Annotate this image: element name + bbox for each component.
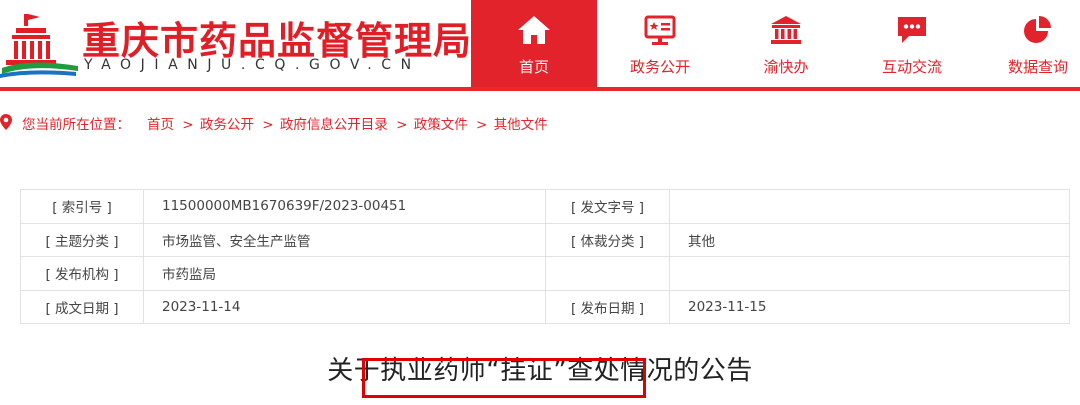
publisher-label: [ 发布机构 ] xyxy=(20,256,144,291)
chat-bubble-icon xyxy=(898,17,926,43)
published-date-value: 2023-11-15 xyxy=(669,289,1070,324)
topic-label: [ 主题分类 ] xyxy=(20,222,144,257)
genre-value: 其他 xyxy=(669,222,1070,257)
doc-number-value xyxy=(669,189,1070,224)
nav-item-yukuaiban[interactable]: 渝快办 xyxy=(723,0,849,87)
site-header: 重庆市药品监督管理局 YAOJIANJU.CQ.GOV.CN 首页 政务公开 渝… xyxy=(0,0,1080,87)
published-date-label: [ 发布日期 ] xyxy=(545,289,670,324)
table-row: [ 索引号 ] 11500000MB1670639F/2023-00451 [ … xyxy=(20,189,1070,224)
index-value: 11500000MB1670639F/2023-00451 xyxy=(143,189,546,224)
created-date-label: [ 成文日期 ] xyxy=(20,289,144,324)
breadcrumb-links: 首页 > 政务公开 > 政府信息公开目录 > 政策文件 > 其他文件 xyxy=(147,113,548,133)
government-affairs-icon xyxy=(644,15,676,45)
breadcrumb-separator: > xyxy=(476,117,488,133)
location-pin-icon xyxy=(0,114,12,130)
breadcrumb-separator: > xyxy=(262,117,274,133)
pie-chart-icon xyxy=(1024,16,1051,43)
home-icon xyxy=(518,16,550,44)
nav-item-interaction[interactable]: 互动交流 xyxy=(849,0,975,87)
header-divider xyxy=(0,87,1080,91)
breadcrumb-separator: > xyxy=(182,117,194,133)
topic-value: 市场监管、安全生产监管 xyxy=(143,222,546,257)
breadcrumb-item-info-catalog[interactable]: 政府信息公开目录 xyxy=(280,117,388,133)
empty-cell xyxy=(545,256,670,291)
breadcrumb-item-government-affairs[interactable]: 政务公开 xyxy=(200,117,254,133)
site-logo-icon[interactable] xyxy=(0,8,80,78)
nav-label-government-affairs: 政务公开 xyxy=(629,58,690,76)
breadcrumb-item-other-docs[interactable]: 其他文件 xyxy=(494,117,548,133)
genre-label: [ 体裁分类 ] xyxy=(545,222,670,257)
breadcrumb-prefix: 您当前所在位置： xyxy=(22,117,130,133)
highlight-annotation-box xyxy=(362,358,646,398)
nav-item-government-affairs[interactable]: 政务公开 xyxy=(597,0,723,87)
table-row: [ 成文日期 ] 2023-11-14 [ 发布日期 ] 2023-11-15 xyxy=(20,289,1070,324)
breadcrumb-item-home[interactable]: 首页 xyxy=(147,117,174,133)
table-row: [ 发布机构 ] 市药监局 xyxy=(20,256,1070,291)
created-date-value: 2023-11-14 xyxy=(143,289,546,324)
government-building-icon xyxy=(771,16,801,44)
publisher-value: 市药监局 xyxy=(143,256,546,291)
document-info-table: [ 索引号 ] 11500000MB1670639F/2023-00451 [ … xyxy=(20,189,1070,324)
breadcrumb-item-policy-docs[interactable]: 政策文件 xyxy=(414,117,468,133)
doc-number-label: [ 发文字号 ] xyxy=(545,189,670,224)
nav-item-data-query[interactable]: 数据查询 xyxy=(975,0,1080,87)
index-label: [ 索引号 ] xyxy=(20,189,144,224)
empty-cell xyxy=(669,256,1070,291)
site-domain: YAOJIANJU.CQ.GOV.CN xyxy=(84,57,421,73)
nav-label-yukuaiban: 渝快办 xyxy=(763,58,809,76)
nav-item-home[interactable]: 首页 xyxy=(471,0,597,87)
nav-label-data-query: 数据查询 xyxy=(1007,58,1068,76)
nav-label-home: 首页 xyxy=(518,58,549,76)
nav-label-interaction: 互动交流 xyxy=(881,58,942,76)
table-row: [ 主题分类 ] 市场监管、安全生产监管 [ 体裁分类 ] 其他 xyxy=(20,222,1070,257)
breadcrumb-separator: > xyxy=(396,117,408,133)
